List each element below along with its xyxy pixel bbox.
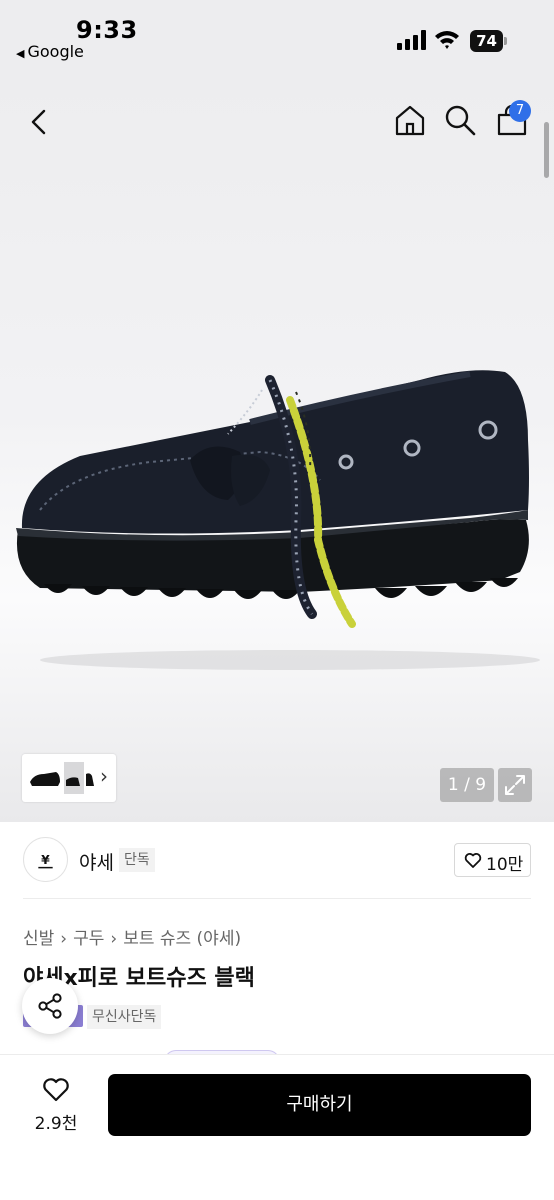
battery-nub bbox=[504, 37, 507, 45]
thumbnail-strip[interactable]: › bbox=[22, 754, 116, 802]
product-image-gallery[interactable]: 7 › 1 / 9 bbox=[0, 80, 554, 822]
brand-logo[interactable]: ¥ bbox=[23, 837, 68, 882]
heart-icon bbox=[43, 1078, 69, 1102]
wifi-icon bbox=[435, 31, 459, 49]
scroll-indicator bbox=[544, 122, 549, 178]
exclusive-tag: 무신사단독 bbox=[87, 1005, 162, 1029]
image-page-counter: 1 / 9 bbox=[440, 768, 494, 802]
bottom-purchase-bar: 2.9천 구매하기 bbox=[0, 1054, 554, 1200]
status-time: 9:33 bbox=[76, 16, 138, 44]
brand-name[interactable]: 야세 bbox=[79, 848, 114, 875]
chevron-right-icon: › bbox=[110, 929, 118, 949]
home-icon[interactable] bbox=[394, 104, 426, 136]
brand-like-count: 10만 bbox=[486, 855, 524, 875]
wishlist-button[interactable]: 2.9천 bbox=[20, 1075, 92, 1137]
back-app-label: Google bbox=[27, 42, 84, 61]
chevron-right-icon: › bbox=[60, 929, 68, 949]
product-image bbox=[16, 370, 540, 670]
breadcrumb: 신발 › 구두 › 보트 슈즈 (야세) bbox=[23, 924, 241, 949]
battery-indicator: 74 bbox=[470, 30, 508, 52]
chevron-right-icon: › bbox=[100, 764, 108, 788]
status-bar: 9:33 ◀ Google 74 bbox=[0, 0, 554, 80]
share-button[interactable] bbox=[22, 978, 78, 1034]
back-to-app-link[interactable]: ◀ Google bbox=[16, 42, 84, 61]
cart-count-badge: 7 bbox=[509, 100, 531, 122]
battery-level: 74 bbox=[470, 30, 503, 52]
chevron-left-icon[interactable] bbox=[26, 108, 54, 136]
divider bbox=[23, 898, 531, 899]
heart-icon bbox=[464, 853, 482, 868]
breadcrumb-item[interactable]: 구두 bbox=[73, 929, 104, 949]
cellular-signal-icon bbox=[397, 30, 426, 50]
svg-text:¥: ¥ bbox=[41, 852, 50, 867]
brand-exclusive-tag: 단독 bbox=[119, 848, 155, 872]
thumbnail-images bbox=[30, 762, 94, 794]
wishlist-count: 2.9천 bbox=[34, 1114, 78, 1134]
buy-button[interactable]: 구매하기 bbox=[108, 1074, 531, 1136]
share-icon bbox=[38, 993, 62, 1019]
brand-like-button[interactable]: 10만 bbox=[454, 843, 531, 877]
breadcrumb-item[interactable]: 보트 슈즈 (야세) bbox=[123, 929, 241, 949]
search-icon[interactable] bbox=[444, 104, 476, 136]
expand-icon[interactable] bbox=[498, 768, 532, 802]
breadcrumb-item[interactable]: 신발 bbox=[23, 929, 54, 949]
back-triangle-icon: ◀ bbox=[16, 47, 25, 60]
